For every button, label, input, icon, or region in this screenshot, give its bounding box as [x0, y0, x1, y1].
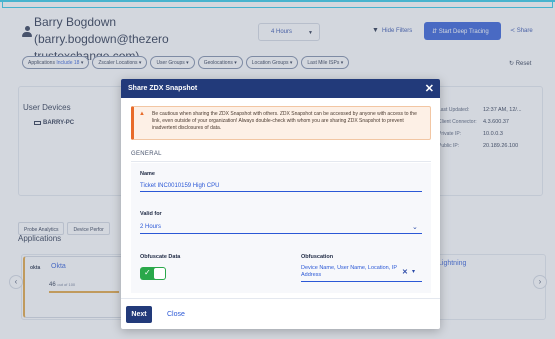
valid-for-underline [140, 233, 422, 234]
name-label: Name [140, 171, 155, 177]
obfuscate-toggle[interactable]: ✓ [140, 267, 166, 280]
obfuscation-label: Obfuscation [301, 254, 334, 260]
obfuscate-data-label: Obfuscate Data [140, 254, 181, 260]
valid-for-label: Valid for [140, 211, 162, 217]
chevron-down-icon[interactable]: ⌄ [412, 223, 418, 231]
chevron-down-icon[interactable]: ▾ [412, 268, 415, 275]
obfuscation-underline [301, 281, 422, 282]
share-snapshot-dialog: Share ZDX Snapshot ✕ ▲ Be cautious when … [121, 79, 440, 329]
close-icon[interactable]: ✕ [425, 82, 434, 95]
section-label: GENERAL [131, 151, 162, 157]
dialog-title: Share ZDX Snapshot [121, 79, 440, 98]
clear-icon[interactable]: ✕ [402, 268, 408, 276]
check-icon: ✓ [144, 268, 151, 277]
name-input[interactable]: Ticket INC0010159 High CPU [140, 183, 219, 189]
warning-icon: ▲ [139, 111, 145, 117]
section-divider [131, 161, 431, 162]
name-input-underline [140, 191, 422, 192]
footer-divider [121, 298, 440, 299]
obfuscation-select[interactable]: Device Name, User Name, Location, IP Add… [301, 265, 401, 279]
valid-for-select[interactable]: 2 Hours [140, 224, 161, 230]
close-button[interactable]: Close [167, 311, 185, 318]
next-button[interactable]: Next [126, 306, 152, 323]
warning-banner: ▲ Be cautious when sharing the ZDX Snaps… [131, 106, 431, 140]
